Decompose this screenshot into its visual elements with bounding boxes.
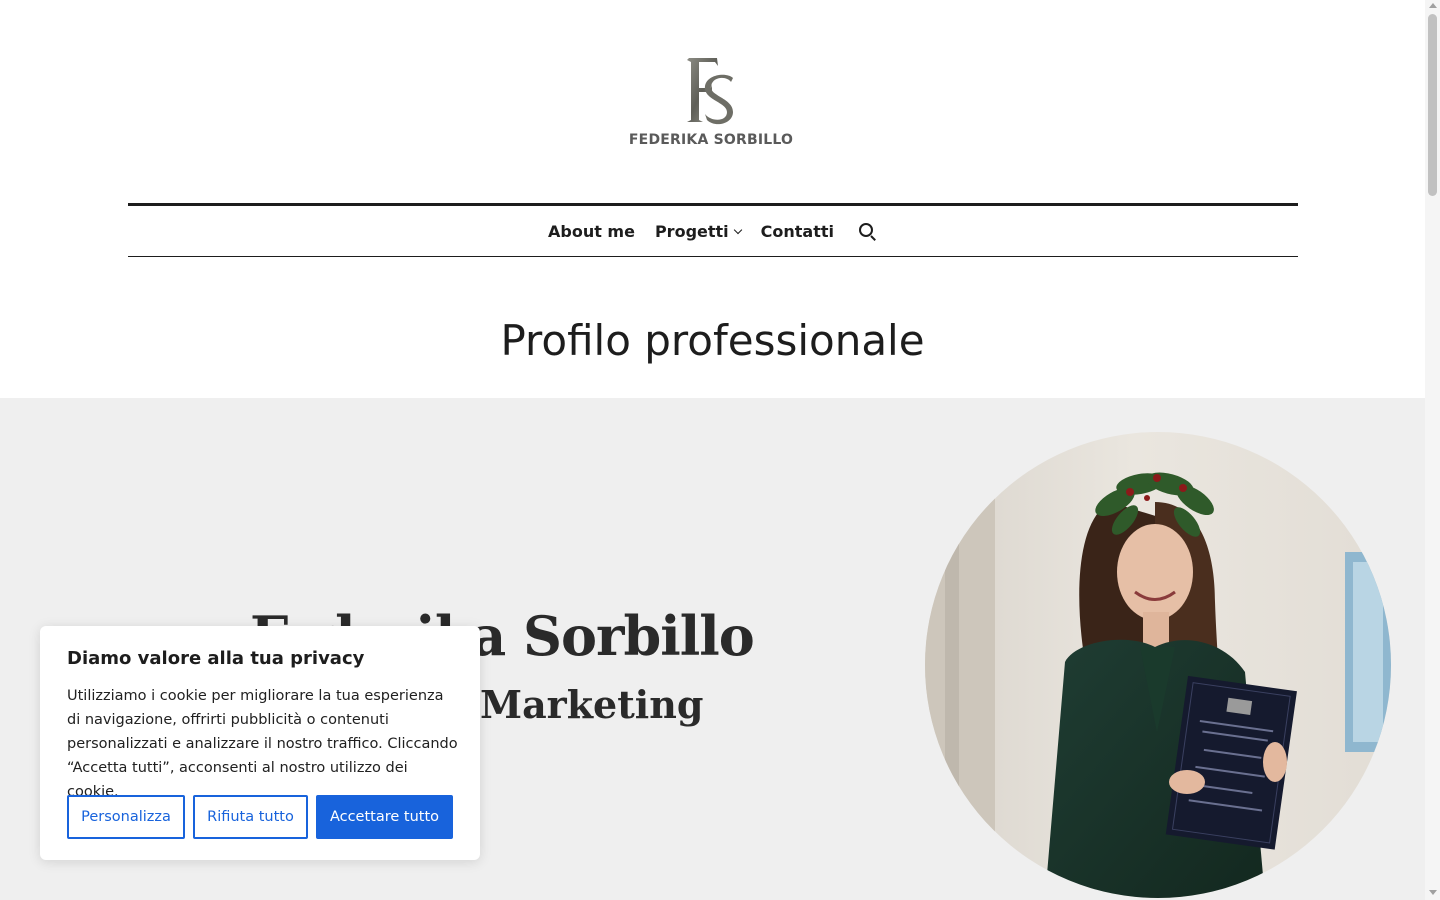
cookie-banner-actions: Personalizza Rifiuta tutto Accettare tut… xyxy=(67,795,453,839)
cookie-consent-banner: Diamo valore alla tua privacy Utilizziam… xyxy=(40,626,480,860)
cookie-banner-text: Utilizziamo i cookie per migliorare la t… xyxy=(67,688,458,800)
nav-item-progetti[interactable]: Progetti xyxy=(654,221,742,241)
page-title: Profilo professionale xyxy=(500,316,925,365)
customize-button[interactable]: Personalizza xyxy=(67,795,185,839)
chevron-down-icon xyxy=(733,225,742,234)
logo-text: FEDERIKA SORBILLO xyxy=(628,132,794,148)
nav-bottom-rule xyxy=(128,256,1298,257)
reject-all-button[interactable]: Rifiuta tutto xyxy=(193,795,308,839)
main-navigation: About me Progetti Contatti xyxy=(128,206,1298,256)
page-scrollbar[interactable] xyxy=(1425,0,1440,900)
nav-item-label: Progetti xyxy=(654,221,729,241)
cookie-banner-title: Diamo valore alla tua privacy xyxy=(67,648,365,669)
nav-item-about-me[interactable]: About me xyxy=(548,222,635,241)
nav-item-contatti[interactable]: Contatti xyxy=(761,222,834,241)
scroll-down-icon[interactable] xyxy=(1429,890,1437,895)
site-logo[interactable]: FEDERIKA SORBILLO xyxy=(611,44,811,164)
hero-role: Marketing xyxy=(480,682,704,727)
portrait-photo xyxy=(925,432,1391,898)
logo-monogram xyxy=(687,58,733,125)
nav-item-label: Contatti xyxy=(760,221,835,241)
nav-item-label: About me xyxy=(547,221,635,241)
site-header: FEDERIKA SORBILLO About me Progetti Cont… xyxy=(0,0,1425,398)
scrollbar-thumb[interactable] xyxy=(1428,14,1437,196)
scroll-up-icon[interactable] xyxy=(1429,3,1437,8)
accept-all-button[interactable]: Accettare tutto xyxy=(316,795,453,839)
search-icon[interactable] xyxy=(856,220,878,242)
